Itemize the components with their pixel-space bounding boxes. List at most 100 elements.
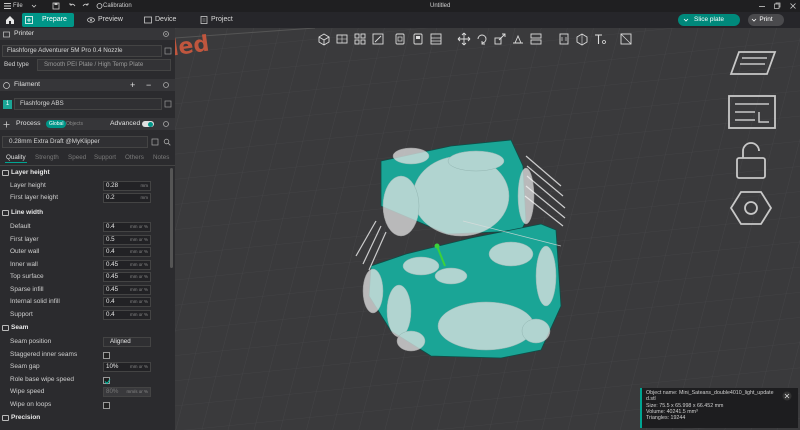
split-objects-icon[interactable]	[393, 32, 407, 46]
minimize-icon[interactable]	[758, 0, 766, 12]
tab-project-label: Project	[211, 16, 233, 23]
edit-icon[interactable]	[164, 47, 172, 55]
line-width-label: Top surface	[10, 273, 44, 280]
filament-section-label: Filament	[14, 81, 41, 88]
line-width-input[interactable]: 0.45 mm or %	[103, 284, 151, 295]
tab-strength[interactable]: Strength	[35, 154, 59, 161]
settings-hex-icon[interactable]	[729, 188, 777, 228]
seam-paint-icon[interactable]	[575, 32, 589, 46]
restore-icon[interactable]	[773, 0, 781, 12]
gear-icon[interactable]	[162, 120, 170, 128]
tab-others[interactable]: Others	[125, 154, 144, 161]
seam-position-row: Seam position Aligned	[0, 336, 170, 348]
seam-group-label: Seam	[11, 324, 29, 331]
process-preset-select[interactable]: 0.28mm Extra Draft @MyKlipper	[2, 136, 148, 148]
line-width-value: 0.45	[106, 285, 119, 293]
close-icon[interactable]	[782, 391, 792, 401]
3d-model[interactable]	[351, 126, 581, 386]
tab-preview[interactable]: Preview	[84, 13, 130, 27]
edit-icon[interactable]	[164, 100, 172, 108]
top-view-icon[interactable]	[723, 48, 783, 82]
printer-select[interactable]: Flashforge Adventurer 5M Pro 0.4 Nozzle	[2, 45, 162, 57]
calibration-menu[interactable]: Calibration	[103, 0, 132, 12]
line-width-input[interactable]: 0.4 mm or %	[103, 309, 151, 320]
unit-label: mm or %	[130, 364, 148, 369]
chevron-down-icon[interactable]	[683, 17, 689, 23]
bed-type-select[interactable]: Smooth PEI Plate / High Temp Plate	[37, 59, 171, 71]
staggered-seams-checkbox[interactable]	[103, 351, 110, 359]
unit-label: mm/s or %	[126, 389, 148, 394]
global-toggle[interactable]: Global	[46, 120, 67, 128]
line-width-row: Default 0.4 mm or %	[0, 221, 170, 233]
line-width-input[interactable]: 0.45 mm or %	[103, 259, 151, 270]
gear-icon[interactable]	[162, 30, 170, 38]
close-icon[interactable]	[789, 0, 797, 12]
wipe-speed-input[interactable]: 80% mm/s or %	[103, 387, 151, 397]
scrollbar[interactable]	[170, 168, 173, 268]
print-label: Print	[759, 16, 773, 23]
role-wipe-checkbox[interactable]	[103, 376, 111, 384]
line-width-row: Support 0.4 mm or %	[0, 309, 170, 321]
tab-device[interactable]: Device	[141, 13, 185, 27]
line-width-value: 0.45	[106, 273, 119, 280]
save-preset-icon[interactable]	[151, 138, 159, 146]
line-width-input[interactable]: 0.45 mm or %	[103, 272, 151, 282]
arrange-icon[interactable]	[353, 32, 367, 46]
first-layer-height-row: First layer height 0.2 mm	[0, 192, 170, 204]
cut-icon[interactable]	[529, 32, 543, 46]
scale-icon[interactable]	[493, 32, 507, 46]
calibration-icon[interactable]	[96, 0, 103, 12]
lock-icon[interactable]	[729, 140, 777, 182]
assembly-icon[interactable]	[619, 32, 633, 46]
chevron-down-icon[interactable]	[31, 0, 37, 12]
redo-icon[interactable]	[82, 0, 90, 12]
text-emboss-icon[interactable]	[593, 32, 607, 46]
add-plate-icon[interactable]	[335, 32, 349, 46]
line-width-row: First layer 0.5 mm or %	[0, 234, 170, 246]
home-icon[interactable]	[4, 14, 16, 26]
gear-icon[interactable]	[162, 81, 170, 89]
tab-notes[interactable]: Notes	[153, 154, 169, 161]
plate-view-icon[interactable]	[725, 92, 781, 132]
move-icon[interactable]	[457, 32, 471, 46]
filament-select[interactable]: Flashforge ABS	[14, 98, 162, 110]
remove-icon[interactable]: −	[146, 79, 151, 91]
rotate-icon[interactable]	[475, 32, 489, 46]
unit-label: mm	[140, 195, 149, 200]
chevron-down-icon[interactable]	[751, 17, 757, 23]
wipe-loops-checkbox[interactable]	[103, 401, 110, 409]
add-object-icon[interactable]	[317, 32, 331, 46]
line-width-input[interactable]: 0.4 mm or %	[103, 247, 151, 257]
orient-icon[interactable]	[371, 32, 385, 46]
first-layer-height-input[interactable]: 0.2 mm	[103, 193, 151, 203]
seam-gap-input[interactable]: 10% mm or %	[103, 362, 151, 372]
tab-project[interactable]: Project	[197, 13, 241, 27]
undo-icon[interactable]	[68, 0, 76, 12]
line-width-input[interactable]: 0.4 mm or %	[103, 222, 151, 232]
tab-support[interactable]: Support	[94, 154, 116, 161]
file-menu[interactable]: File	[13, 0, 23, 12]
add-icon[interactable]: +	[130, 79, 135, 91]
layers-view-icon[interactable]	[429, 32, 443, 46]
tab-prepare[interactable]: Prepare	[22, 13, 74, 27]
menu-icon[interactable]	[4, 0, 12, 12]
printer-section-header[interactable]: Printer	[0, 28, 175, 40]
layer-height-input[interactable]: 0.28 mm	[103, 181, 151, 191]
lay-on-face-icon[interactable]	[511, 32, 525, 46]
line-width-input[interactable]: 0.5 mm or %	[103, 234, 151, 245]
layer-height-group: Layer height	[0, 167, 170, 179]
support-paint-icon[interactable]	[557, 32, 571, 46]
tab-speed[interactable]: Speed	[68, 154, 86, 161]
precision-group-label: Precision	[11, 414, 41, 421]
seam-position-select[interactable]: Aligned	[103, 337, 151, 347]
objects-toggle[interactable]: Objects	[66, 118, 83, 130]
seam-position-label: Seam position	[10, 338, 52, 345]
save-icon[interactable]	[52, 0, 60, 12]
search-icon[interactable]	[163, 138, 171, 146]
filament-section-header[interactable]: Filament + −	[0, 79, 175, 91]
object-info-panel: Object name: Mini_Sateans_double4010_lig…	[640, 388, 798, 428]
3d-viewport[interactable]: led	[175, 28, 800, 430]
split-parts-icon[interactable]	[411, 32, 425, 46]
line-width-input[interactable]: 0.4 mm or %	[103, 297, 151, 307]
tab-quality[interactable]: Quality	[6, 154, 26, 161]
